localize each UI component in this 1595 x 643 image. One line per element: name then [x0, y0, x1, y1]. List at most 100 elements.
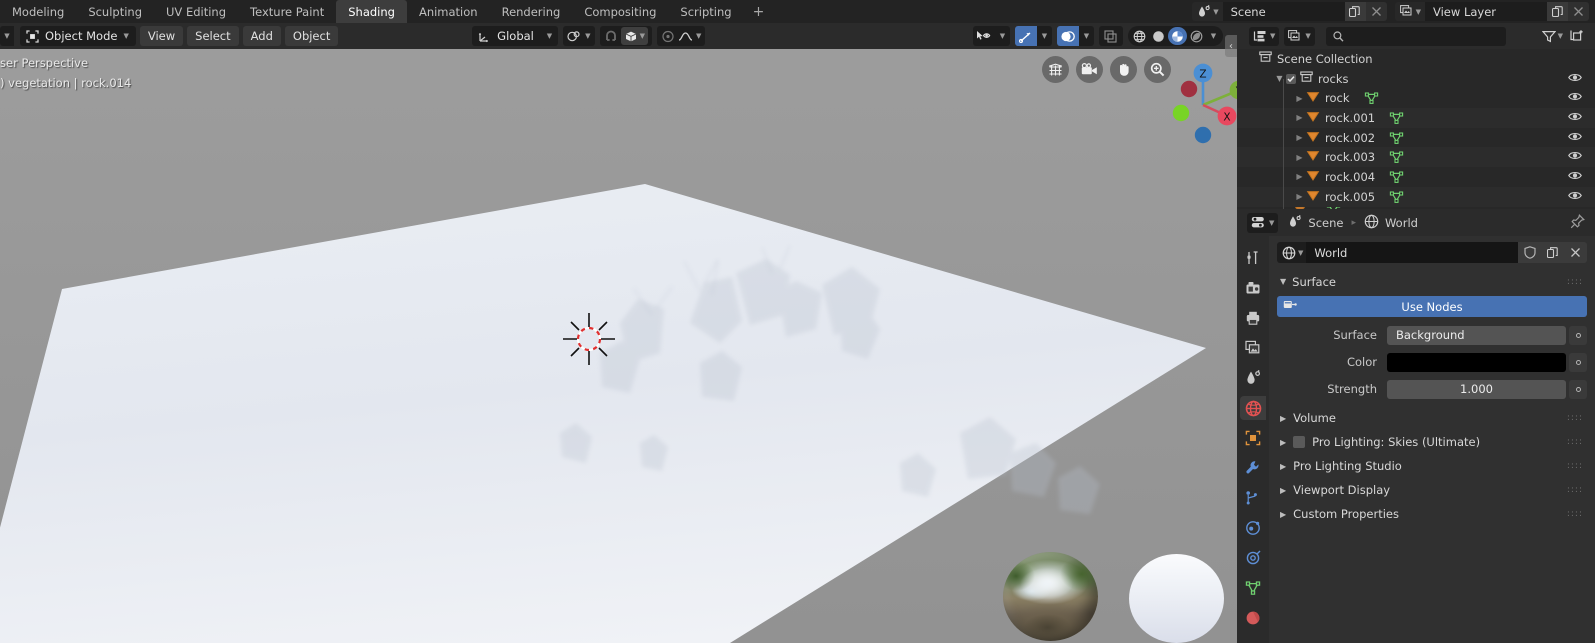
chevron-right-icon[interactable]: ▶	[1280, 414, 1286, 423]
outliner-item-rock-005[interactable]: ▶ rock.005	[1237, 186, 1595, 207]
drag-handle-icon[interactable]: ::::	[1567, 485, 1583, 495]
camera-view-button[interactable]	[1076, 56, 1103, 83]
expand-triangle-icon[interactable]: ▶	[1293, 192, 1306, 201]
hide-in-viewport-toggle[interactable]	[1568, 150, 1582, 164]
view-layer-selector[interactable]: ▼ View Layer	[1394, 2, 1589, 21]
hide-in-viewport-toggle[interactable]	[1568, 131, 1582, 145]
workspace-tab-shading[interactable]: Shading	[336, 0, 407, 23]
workspace-tab-animation[interactable]: Animation	[407, 0, 490, 23]
sidebar-collapse-button[interactable]: ‹	[1225, 35, 1237, 57]
viewport-menu-view[interactable]: View	[139, 26, 184, 46]
properties-editor-type-button[interactable]: ▼	[1247, 212, 1279, 233]
scene-browse-button[interactable]: ▼	[1192, 2, 1223, 21]
gizmo-neg-y-ball[interactable]	[1180, 80, 1198, 98]
rendered-shading-button[interactable]	[1187, 27, 1206, 45]
expand-triangle-icon[interactable]: ▶	[1293, 172, 1306, 181]
world-browse-button[interactable]: ▼	[1277, 242, 1307, 263]
editor-type-button[interactable]: ▼	[0, 26, 14, 46]
unlink-scene-button[interactable]	[1365, 2, 1387, 21]
expand-triangle-icon[interactable]: ▶	[1293, 153, 1306, 162]
properties-tab-data[interactable]	[1240, 576, 1266, 600]
hide-in-viewport-toggle[interactable]	[1568, 91, 1582, 105]
viewport-menu-add[interactable]: Add	[242, 26, 281, 46]
fake-user-button[interactable]	[1518, 242, 1541, 263]
new-collection-icon[interactable]	[1570, 29, 1585, 43]
drag-handle-icon[interactable]: ::::	[1567, 437, 1583, 447]
move-view-button[interactable]	[1110, 56, 1137, 83]
visibility-eye-icon[interactable]	[1568, 111, 1582, 122]
visibility-eye-icon[interactable]	[1568, 72, 1582, 83]
properties-tab-constraints[interactable]	[1240, 546, 1266, 570]
unlink-world-button[interactable]	[1564, 242, 1587, 263]
viewport-menu-select[interactable]: Select	[187, 26, 239, 46]
workspace-tab-rendering[interactable]: Rendering	[490, 0, 573, 23]
expand-triangle-icon[interactable]: ▶	[1293, 113, 1306, 122]
show-overlays-button[interactable]	[1056, 26, 1079, 46]
overlay-controls[interactable]: ▼	[1056, 26, 1094, 46]
visibility-eye-icon[interactable]	[1568, 131, 1582, 142]
visibility-selector[interactable]: ▼	[972, 26, 1010, 46]
axis-navigation-gizmo[interactable]: Z Y X	[1159, 53, 1237, 149]
panel-custom-properties[interactable]: ▶ Custom Properties::::	[1277, 502, 1587, 526]
3d-viewport[interactable]: ▼ Object Mode ▼ View Select Add Object G…	[0, 23, 1237, 643]
xray-toggle-button[interactable]	[1098, 26, 1123, 46]
visibility-eye-icon[interactable]	[1568, 190, 1582, 201]
chevron-right-icon[interactable]: ▶	[1280, 510, 1286, 519]
properties-tab-world[interactable]	[1240, 396, 1266, 420]
add-workspace-button[interactable]: +	[744, 0, 774, 23]
animate-property-button[interactable]	[1569, 325, 1587, 345]
new-scene-button[interactable]	[1344, 2, 1366, 21]
material-preview-button[interactable]	[1167, 27, 1187, 45]
object-types-visibility-button[interactable]	[973, 26, 995, 46]
properties-tab-output[interactable]	[1240, 306, 1266, 330]
outliner-search-input[interactable]	[1325, 26, 1506, 46]
transform-orientation-selector[interactable]: Global ▼	[472, 26, 559, 46]
gizmo-controls[interactable]: ▼	[1014, 26, 1052, 46]
gizmo-dropdown[interactable]: ▼	[1037, 26, 1052, 46]
drag-handle-icon[interactable]: ::::	[1567, 413, 1583, 423]
overlay-dropdown[interactable]: ▼	[1079, 26, 1094, 46]
view-layer-name-field[interactable]: View Layer	[1425, 2, 1547, 21]
solid-shading-button[interactable]	[1149, 27, 1168, 45]
expand-triangle-icon[interactable]: ▶	[1293, 94, 1306, 103]
expand-triangle-icon[interactable]: ▼	[1273, 74, 1286, 83]
outliner-item-rock-003[interactable]: ▶ rock.003	[1237, 147, 1595, 168]
outliner-editor-type-button[interactable]: ▼	[1249, 26, 1280, 46]
properties-tab-particles[interactable]	[1240, 486, 1266, 510]
outliner-item-rock-001[interactable]: ▶ rock.001	[1237, 108, 1595, 128]
chevron-right-icon[interactable]: ▶	[1280, 462, 1286, 471]
outliner-display-mode-button[interactable]: ▼	[1284, 26, 1315, 46]
workspace-tab-texture-paint[interactable]: Texture Paint	[238, 0, 336, 23]
expand-triangle-icon[interactable]: ▶	[1293, 133, 1306, 142]
visibility-eye-icon[interactable]	[1568, 91, 1582, 102]
outliner-item-rock[interactable]: ▶ rock	[1237, 88, 1595, 108]
viewport-menu-object[interactable]: Object	[284, 26, 339, 46]
use-nodes-button[interactable]: Use Nodes	[1277, 296, 1587, 317]
new-view-layer-button[interactable]	[1547, 2, 1568, 21]
workspace-tab-sculpting[interactable]: Sculpting	[76, 0, 154, 23]
animate-property-button[interactable]	[1569, 379, 1587, 399]
properties-tab-scene[interactable]	[1240, 366, 1266, 390]
world-name-field[interactable]: World	[1306, 242, 1518, 263]
mode-selector[interactable]: Object Mode ▼	[20, 26, 136, 46]
snap-target-selector[interactable]: ▼	[620, 27, 648, 45]
workspace-tab-uv-editing[interactable]: UV Editing	[154, 0, 238, 23]
hide-in-viewport-toggle[interactable]	[1568, 72, 1582, 86]
panel-volume[interactable]: ▶ Volume::::	[1277, 406, 1587, 430]
field-value-strength[interactable]: 1.000	[1387, 379, 1566, 399]
surface-panel-header[interactable]: ▼ Surface ::::	[1277, 271, 1587, 292]
gizmo-neg-z-ball[interactable]	[1194, 126, 1212, 144]
chevron-right-icon[interactable]: ▶	[1280, 438, 1286, 447]
visibility-eye-icon[interactable]	[1568, 150, 1582, 161]
new-world-button[interactable]	[1541, 242, 1564, 263]
workspace-tab-compositing[interactable]: Compositing	[572, 0, 668, 23]
breadcrumb-item-world[interactable]: World	[1364, 214, 1418, 232]
pivot-point-selector[interactable]: ▼	[563, 26, 595, 46]
properties-tab-material[interactable]	[1240, 606, 1266, 630]
panel-pro-lighting-skies-ultimate[interactable]: ▶ Pro Lighting: Skies (Ultimate)::::	[1277, 430, 1587, 454]
toggle-orthographic-button[interactable]	[1042, 56, 1069, 83]
gizmo-neg-x-ball[interactable]	[1172, 104, 1190, 122]
view-layer-browse-button[interactable]: ▼	[1394, 2, 1425, 21]
properties-tab-tool[interactable]	[1240, 246, 1266, 270]
workspace-tab-scripting[interactable]: Scripting	[668, 0, 743, 23]
